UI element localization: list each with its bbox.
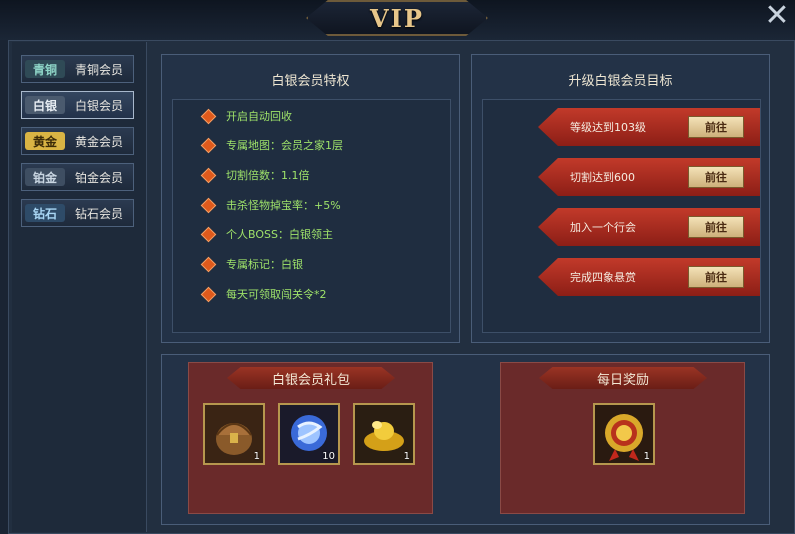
tab-platinum[interactable]: 铂金 铂金会员 (21, 163, 134, 191)
goals-panel: 升级白银会员目标 (471, 54, 770, 343)
diamond-badge: 钻石 (25, 204, 65, 222)
bronze-badge: 青铜 (25, 60, 65, 78)
tab-label: 钻石会员 (75, 206, 124, 221)
gold-badge: 黄金 (25, 132, 65, 150)
privileges-panel: 白银会员特权 开启自动回收 专属地图：会员之家1层 切割倍数：1.1倍 击杀怪物… (161, 54, 460, 343)
privilege-item: 专属标记：白银 (200, 254, 303, 274)
diamond-bullet-icon (200, 286, 217, 302)
close-icon[interactable]: ✕ (762, 1, 792, 32)
privilege-item: 个人BOSS：白银领主 (200, 224, 333, 244)
privilege-item: 切割倍数：1.1倍 (200, 165, 310, 185)
privilege-item: 击杀怪物掉宝率：+5% (200, 195, 341, 215)
privilege-item: 专属地图：会员之家1层 (200, 135, 343, 155)
privilege-item: 开启自动回收 (200, 106, 292, 126)
platinum-badge: 铂金 (25, 168, 65, 186)
gold-ingot-item[interactable]: 1 (353, 403, 415, 465)
goto-button[interactable]: 前往 (688, 166, 744, 188)
daily-reward-title: 每日奖励 (539, 367, 707, 389)
diamond-bullet-icon (200, 167, 217, 183)
treasure-chest-item[interactable]: 1 (203, 403, 265, 465)
goal-item: 完成四象悬赏 前往 (538, 258, 760, 296)
diamond-bullet-icon (200, 226, 217, 242)
tab-label: 青铜会员 (75, 62, 124, 77)
sidebar: 青铜 青铜会员 白银 白银会员 黄金 黄金会员 铂金 铂金会员 钻石 钻石会员 (12, 42, 147, 532)
tab-diamond[interactable]: 钻石 钻石会员 (21, 199, 134, 227)
goal-item: 等级达到103级 前往 (538, 108, 760, 146)
privilege-item: 每天可领取闯关令*2 (200, 284, 327, 304)
diamond-bullet-icon (200, 108, 217, 124)
tab-silver[interactable]: 白银 白银会员 (21, 91, 134, 119)
tab-bronze[interactable]: 青铜 青铜会员 (21, 55, 134, 83)
window-title: VIP (370, 3, 424, 33)
tab-label: 白银会员 (75, 98, 124, 113)
silver-badge: 白银 (25, 96, 65, 114)
blue-orb-item[interactable]: 10 (278, 403, 340, 465)
goto-button[interactable]: 前往 (688, 216, 744, 238)
goals-title: 升级白银会员目标 (568, 74, 673, 89)
gold-medal-item[interactable]: 1 (593, 403, 655, 465)
diamond-bullet-icon (200, 137, 217, 153)
goto-button[interactable]: 前往 (688, 116, 744, 138)
title-plate: VIP (306, 0, 488, 36)
tab-label: 黄金会员 (75, 134, 124, 149)
gift-pack-title: 白银会员礼包 (227, 367, 395, 389)
diamond-bullet-icon (200, 197, 217, 213)
goal-item: 加入一个行会 前往 (538, 208, 760, 246)
gift-pack-box: 白银会员礼包 1 10 1 (188, 362, 433, 514)
daily-reward-box: 每日奖励 1 (500, 362, 745, 514)
tab-gold[interactable]: 黄金 黄金会员 (21, 127, 134, 155)
tab-label: 铂金会员 (75, 170, 124, 185)
privileges-title: 白银会员特权 (271, 74, 350, 89)
privileges-list: 开启自动回收 专属地图：会员之家1层 切割倍数：1.1倍 击杀怪物掉宝率：+5%… (172, 99, 451, 333)
goal-item: 切割达到600 前往 (538, 158, 760, 196)
diamond-bullet-icon (200, 256, 217, 272)
goto-button[interactable]: 前往 (688, 266, 744, 288)
